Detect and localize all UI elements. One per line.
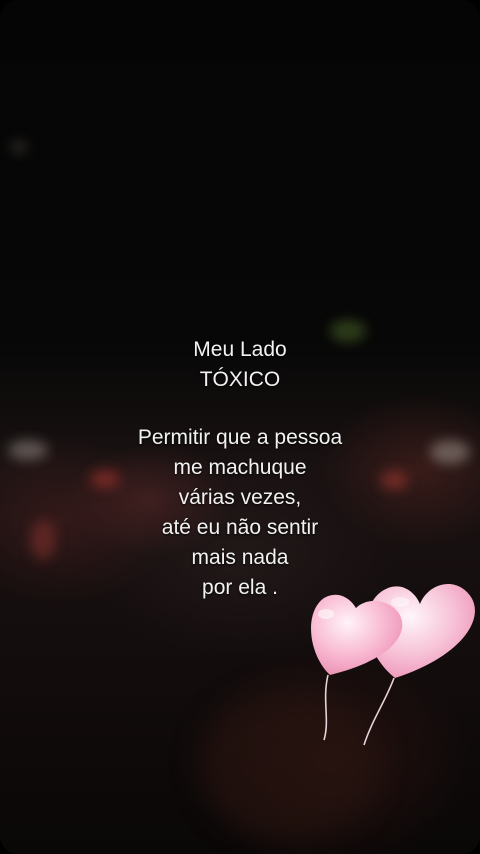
caption-title-line-2: TÓXICO: [199, 368, 281, 391]
heart-balloons-icon: [311, 583, 475, 746]
video-frame: Meu Lado TÓXICO Permitir que a pessoa me…: [0, 0, 480, 854]
caption-body-line: várias vezes,: [178, 486, 302, 509]
caption-title-line-1: Meu Lado: [193, 338, 287, 361]
caption-body-line: até eu não sentir: [161, 516, 319, 539]
caption-body-line: Permitir que a pessoa: [137, 426, 343, 449]
background-light: [10, 140, 28, 154]
caption-body-line: me machuque: [173, 456, 307, 479]
